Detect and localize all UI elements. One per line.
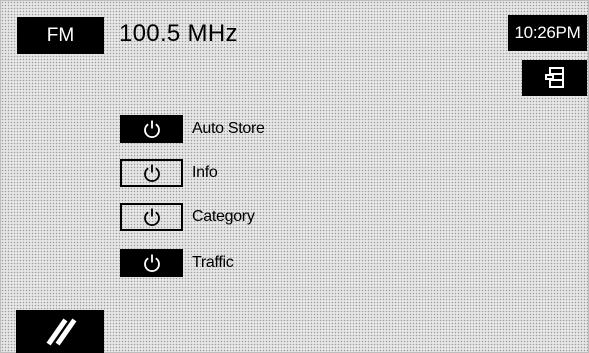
clock-time: 10:26PM bbox=[514, 23, 581, 42]
back-button[interactable] bbox=[16, 310, 104, 353]
traffic-toggle[interactable] bbox=[120, 249, 183, 277]
option-traffic[interactable]: Traffic bbox=[120, 249, 234, 277]
option-label: Auto Store bbox=[192, 120, 265, 137]
menu-list-icon bbox=[544, 67, 564, 88]
power-icon bbox=[143, 120, 160, 138]
category-toggle[interactable] bbox=[120, 203, 183, 231]
power-icon bbox=[143, 254, 160, 272]
frequency-display: 100.5 MHz bbox=[119, 20, 238, 47]
clock-button[interactable]: 10:26PM bbox=[508, 15, 587, 51]
info-toggle[interactable] bbox=[120, 159, 183, 187]
menu-button[interactable] bbox=[522, 60, 587, 96]
radio-screen: FM 100.5 MHz 10:26PM Auto Store Info Cat… bbox=[0, 0, 589, 353]
option-label: Category bbox=[192, 208, 255, 225]
option-info[interactable]: Info bbox=[120, 159, 218, 187]
option-category[interactable]: Category bbox=[120, 203, 255, 231]
option-label: Info bbox=[192, 164, 218, 181]
back-slash-icon bbox=[46, 318, 77, 345]
power-icon bbox=[143, 164, 160, 182]
auto-store-toggle[interactable] bbox=[120, 115, 183, 143]
power-icon bbox=[143, 208, 160, 226]
option-auto-store[interactable]: Auto Store bbox=[120, 115, 265, 143]
band-button[interactable]: FM bbox=[17, 17, 104, 54]
band-label: FM bbox=[46, 24, 75, 46]
option-label: Traffic bbox=[192, 254, 234, 271]
